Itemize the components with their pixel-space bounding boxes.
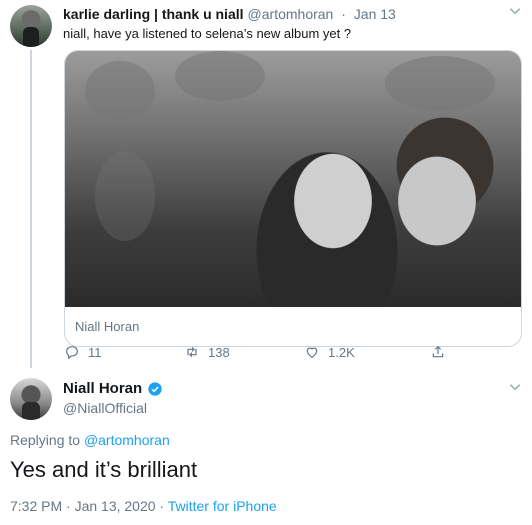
chevron-down-icon[interactable] — [508, 380, 522, 397]
reply-count: 11 — [88, 344, 102, 360]
retweet-count: 138 — [208, 344, 230, 360]
share-button[interactable] — [430, 344, 454, 360]
parent-tweet-header: karlie darling | thank u niall @artomhora… — [63, 6, 396, 22]
replying-to-line: Replying to @artomhoran — [10, 432, 170, 448]
like-button[interactable]: 1.2K — [304, 344, 355, 360]
tweet-text: Yes and it’s brilliant — [10, 457, 198, 482]
tweet-photo[interactable] — [65, 51, 521, 307]
reply-button[interactable]: 11 — [64, 344, 102, 360]
timestamp[interactable]: 7:32 PM · Jan 13, 2020 · — [10, 498, 164, 514]
avatar[interactable] — [10, 5, 52, 47]
media-card[interactable]: Niall Horan — [64, 50, 522, 347]
avatar[interactable] — [10, 378, 52, 420]
handle[interactable]: @artomhoran — [248, 6, 334, 22]
like-count: 1.2K — [328, 344, 355, 360]
action-bar: 11 138 1.2K — [64, 344, 464, 364]
reply-icon — [66, 346, 78, 360]
thread-connector-line — [30, 50, 32, 368]
tweet-metadata: 7:32 PM · Jan 13, 2020 · Twitter for iPh… — [10, 498, 277, 514]
mention-link[interactable]: @artomhoran — [84, 432, 170, 448]
separator: · — [341, 6, 346, 22]
handle[interactable]: @NiallOfficial — [63, 400, 147, 416]
display-name[interactable]: Niall Horan — [63, 380, 142, 397]
chevron-down-icon[interactable] — [508, 4, 522, 21]
tweet-text: niall, have ya listened to selena’s new … — [63, 26, 352, 41]
source-link[interactable]: Twitter for iPhone — [168, 498, 277, 514]
main-tweet-header: Niall Horan — [63, 380, 163, 397]
retweet-icon — [187, 346, 197, 358]
retweet-button[interactable]: 138 — [184, 344, 230, 360]
heart-icon — [306, 347, 318, 359]
verified-badge-icon — [148, 381, 162, 396]
tweet-date[interactable]: Jan 13 — [354, 6, 396, 22]
display-name[interactable]: karlie darling | thank u niall — [63, 6, 244, 22]
media-caption: Niall Horan — [75, 319, 140, 334]
share-icon — [432, 345, 444, 358]
replying-label: Replying to — [10, 432, 81, 448]
